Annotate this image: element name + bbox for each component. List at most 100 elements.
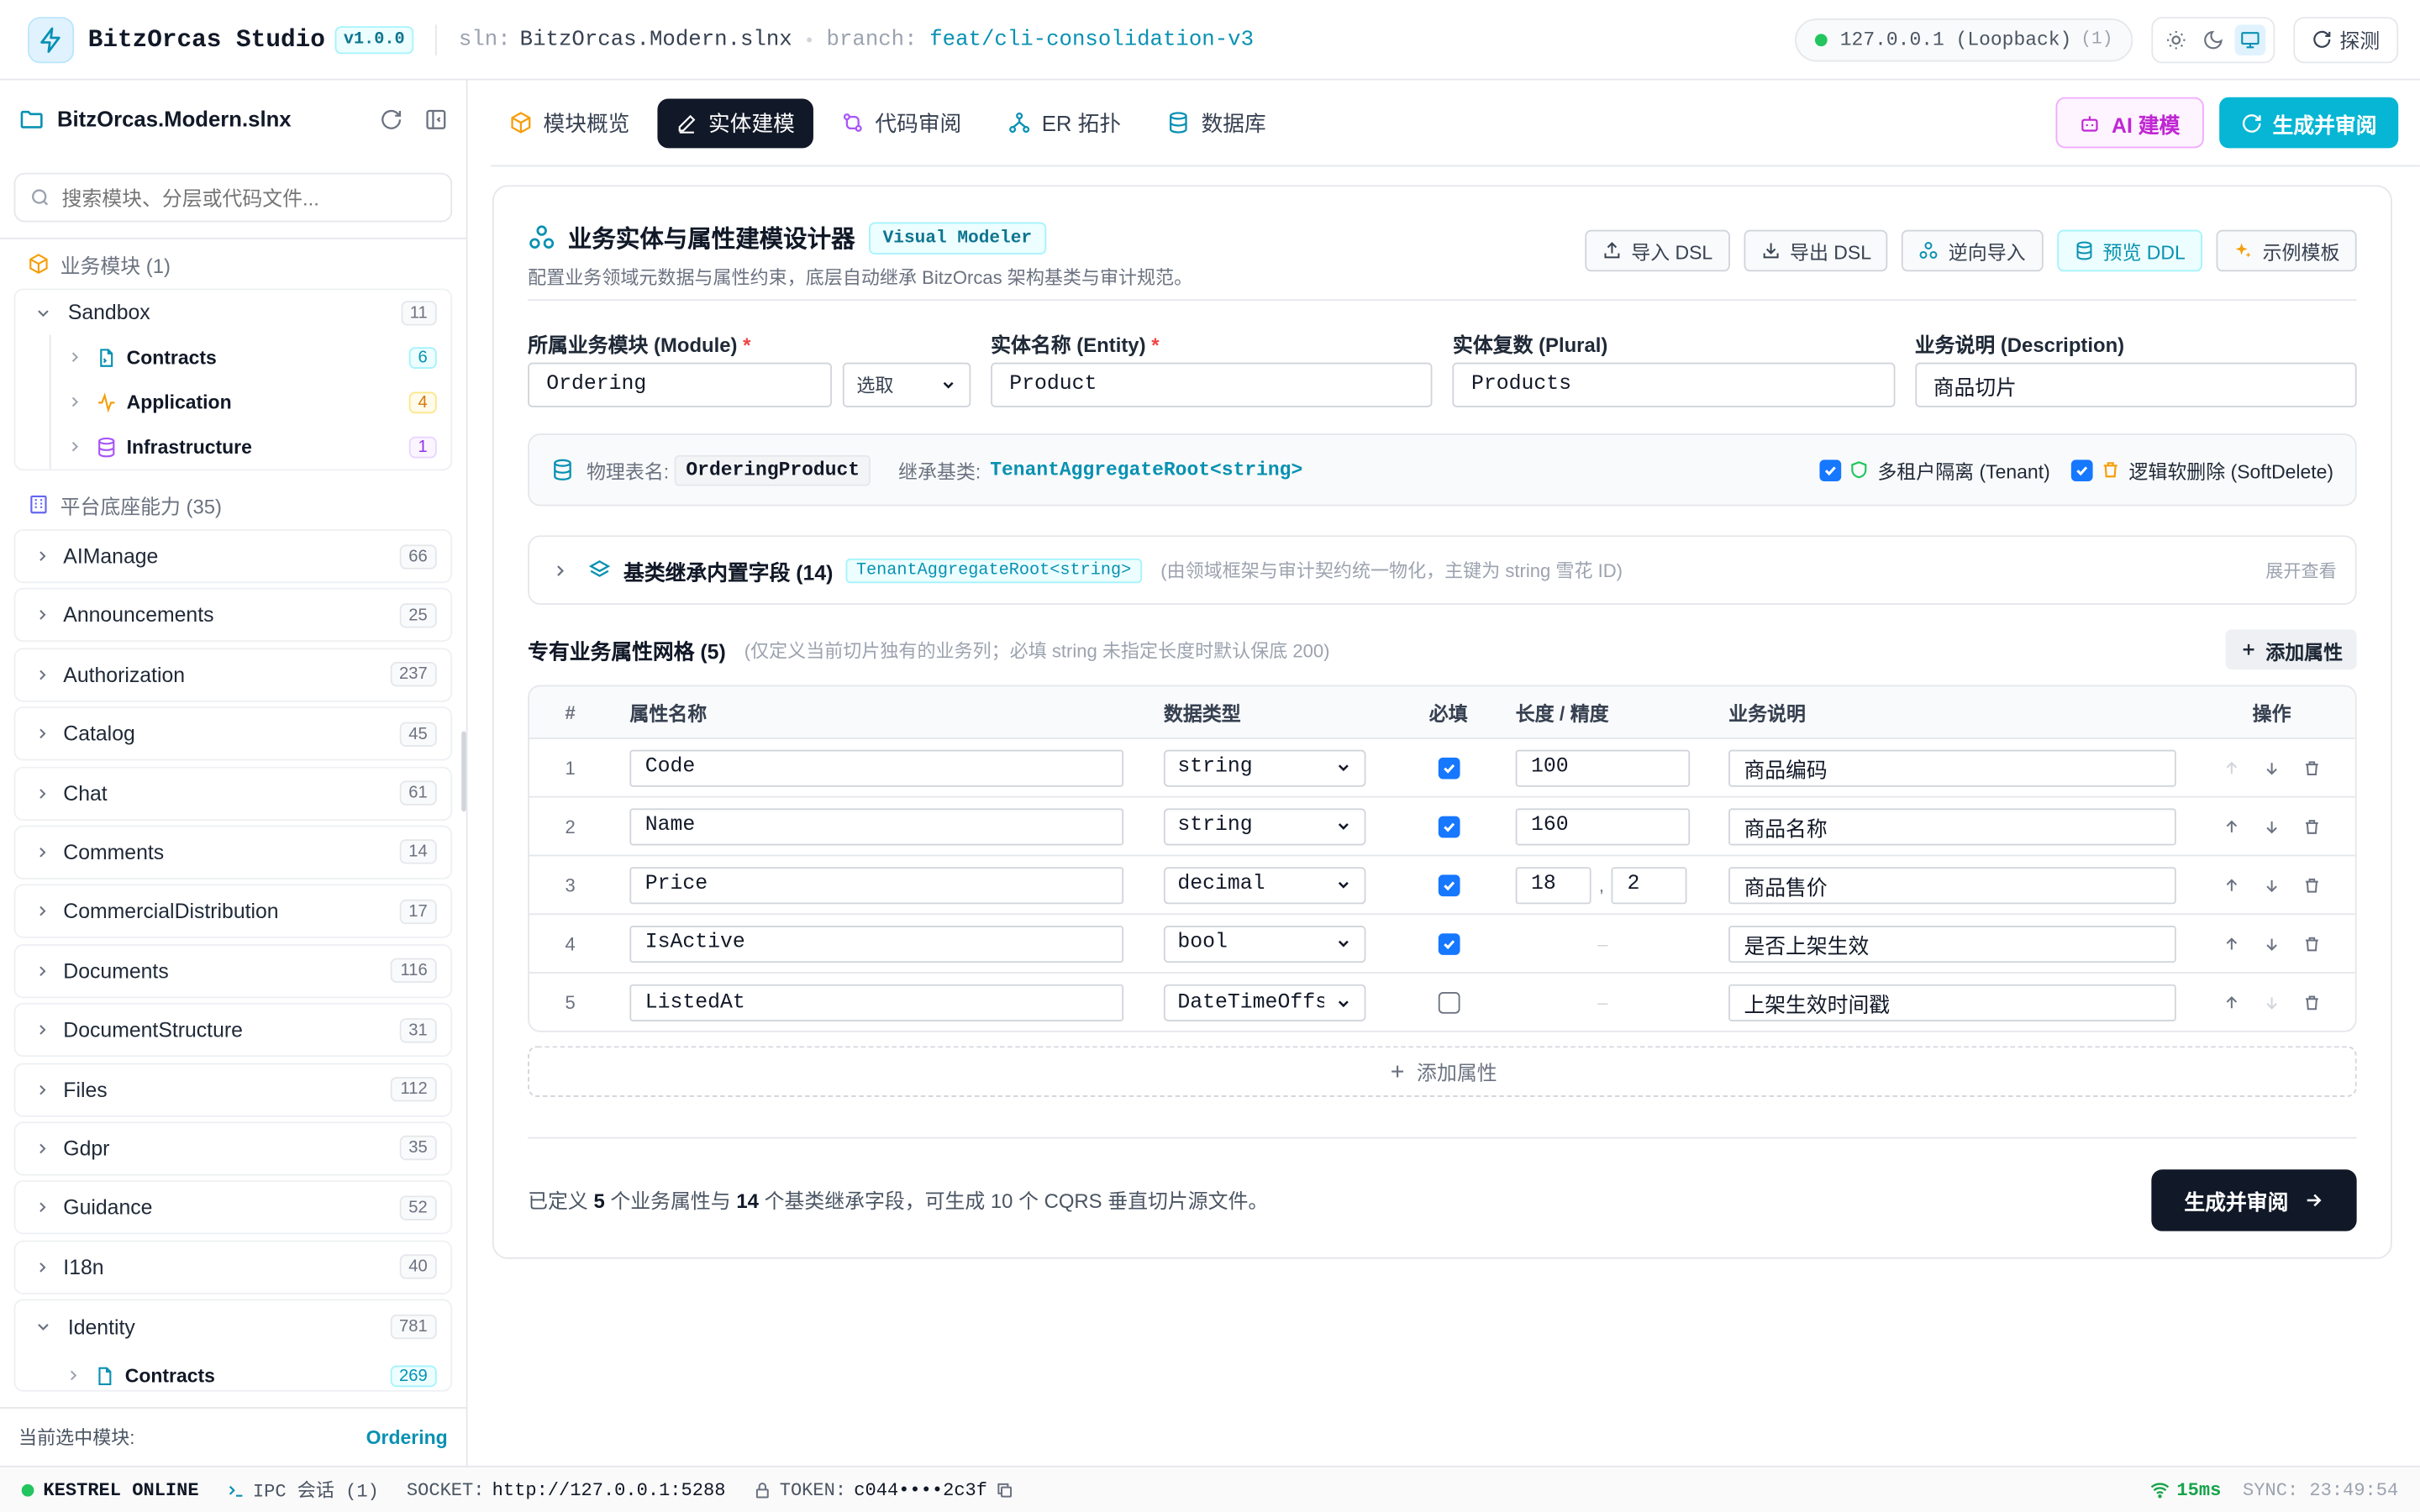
arrow-up-icon[interactable] [2223, 759, 2241, 777]
sample-template-button[interactable]: 示例模板 [2216, 229, 2357, 272]
sidebar-item-module[interactable]: CommercialDistribution 17 [13, 885, 453, 939]
data-type-select[interactable]: DateTimeOffset [1163, 984, 1366, 1021]
arrow-down-icon[interactable] [2263, 875, 2281, 894]
softdelete-toggle[interactable]: 逻辑软删除 (SoftDelete) [2071, 455, 2333, 485]
sidebar-item-sandbox[interactable]: Sandbox 11 [15, 290, 450, 334]
generate-and-review-button[interactable]: 生成并审阅 [2151, 1168, 2357, 1231]
count-badge: 11 [400, 300, 437, 325]
arrow-down-icon[interactable] [2263, 759, 2281, 777]
arrow-up-icon[interactable] [2223, 817, 2241, 836]
reverse-import-button[interactable]: 逆向导入 [1902, 229, 2043, 272]
required-checkbox[interactable] [1437, 756, 1460, 779]
tab-er-topology[interactable]: ER 拓扑 [989, 98, 1139, 148]
sln-value[interactable]: BitzOrcas.Modern.slnx [520, 27, 792, 51]
add-attribute-button[interactable]: 添加属性 [2225, 629, 2357, 670]
refresh-icon[interactable] [380, 108, 403, 131]
precision-input[interactable]: 2 [1612, 866, 1688, 904]
sidebar-item-application[interactable]: Application 4 [51, 380, 451, 424]
required-checkbox[interactable] [1437, 874, 1460, 896]
export-dsl-button[interactable]: 导出 DSL [1743, 229, 1889, 272]
sidebar-item-module[interactable]: AIManage 66 [13, 528, 453, 584]
sidebar-item-module[interactable]: Guidance 52 [13, 1180, 453, 1235]
entity-name-input[interactable]: Product [991, 362, 1434, 407]
expand-link[interactable]: 展开查看 [2265, 558, 2336, 582]
trash-icon[interactable] [2302, 875, 2321, 894]
preview-ddl-button[interactable]: 预览 DDL [2056, 229, 2202, 272]
monitor-icon[interactable] [2234, 24, 2266, 55]
description-input[interactable]: 商品切片 [1914, 362, 2357, 407]
tab-database[interactable]: 数据库 [1149, 98, 1285, 148]
data-type-select[interactable]: string [1163, 748, 1366, 786]
import-dsl-button[interactable]: 导入 DSL [1585, 229, 1730, 272]
data-type-select[interactable]: string [1163, 807, 1366, 845]
trash-icon[interactable] [2302, 994, 2321, 1012]
attribute-description-input[interactable]: 商品售价 [1728, 866, 2176, 904]
length-input[interactable]: 100 [1515, 748, 1691, 786]
arrow-up-icon[interactable] [2223, 934, 2241, 953]
arrow-down-icon[interactable] [2263, 817, 2281, 836]
arrow-up-icon[interactable] [2223, 875, 2241, 894]
sidebar-item-module[interactable]: Documents 116 [13, 943, 453, 998]
moon-icon[interactable] [2197, 24, 2228, 55]
sidebar-item-contracts[interactable]: Contracts 6 [51, 335, 451, 380]
attribute-name-input[interactable]: ListedAt [629, 984, 1124, 1021]
arrow-down-icon[interactable] [2263, 994, 2281, 1012]
length-input[interactable]: 18 [1515, 866, 1591, 904]
sidebar-item-infrastructure[interactable]: Infrastructure 1 [51, 424, 451, 469]
sun-icon[interactable] [2160, 24, 2191, 55]
required-checkbox[interactable] [1437, 815, 1460, 837]
attribute-description-input[interactable]: 商品名称 [1728, 807, 2176, 845]
trash-icon[interactable] [2302, 759, 2321, 777]
required-checkbox[interactable] [1437, 991, 1460, 1014]
tab-entity-modeling[interactable]: 实体建模 [657, 97, 813, 148]
generate-review-button[interactable]: 生成并审阅 [2218, 97, 2399, 149]
arrow-up-icon[interactable] [2223, 994, 2241, 1012]
inherited-fields-panel[interactable]: 基类继承内置字段 (14) TenantAggregateRoot<string… [528, 535, 2357, 605]
sidebar-item-module[interactable]: Catalog 45 [13, 706, 453, 761]
copy-icon[interactable] [995, 1480, 1013, 1499]
sidebar-item-module[interactable]: Files 112 [13, 1062, 453, 1116]
trash-icon[interactable] [2302, 934, 2321, 953]
sidebar-item-identity-contracts[interactable]: Contracts 269 [15, 1353, 450, 1390]
search-input[interactable] [61, 186, 433, 209]
sidebar-item-module[interactable]: Announcements 25 [13, 588, 453, 643]
length-input[interactable]: 160 [1515, 807, 1691, 845]
attribute-description-input[interactable]: 商品编码 [1728, 748, 2176, 786]
host-selector[interactable]: 127.0.0.1 (Loopback) (1) [1795, 18, 2133, 61]
attribute-name-input[interactable]: Code [629, 748, 1124, 786]
attribute-description-input[interactable]: 是否上架生效 [1728, 925, 2176, 963]
sidebar-item-module[interactable]: Authorization 237 [13, 648, 453, 702]
ai-modeling-button[interactable]: AI 建模 [2055, 97, 2203, 149]
sidebar-search[interactable] [13, 172, 453, 223]
length-empty: – [1597, 991, 1608, 1014]
tab-overview[interactable]: 模块概览 [491, 98, 648, 148]
module-input[interactable]: Ordering [528, 362, 832, 407]
sidebar-item-module[interactable]: Comments 14 [13, 825, 453, 879]
add-attribute-dashed-button[interactable]: 添加属性 [528, 1046, 2357, 1097]
attribute-name-input[interactable]: Price [629, 866, 1124, 904]
probe-button[interactable]: 探测 [2293, 16, 2399, 63]
sidebar-item-module[interactable]: I18n 40 [13, 1240, 453, 1294]
data-type-select[interactable]: decimal [1163, 866, 1366, 904]
sidebar-item-identity[interactable]: Identity 781 [15, 1300, 450, 1352]
arrow-down-icon[interactable] [2263, 934, 2281, 953]
tenant-checkbox[interactable] [1820, 459, 1843, 481]
attribute-description-input[interactable]: 上架生效时间戳 [1728, 984, 2176, 1021]
tenant-toggle[interactable]: 多租户隔离 (Tenant) [1820, 455, 2050, 485]
data-type-select[interactable]: bool [1163, 925, 1366, 963]
attribute-name-input[interactable]: IsActive [629, 925, 1124, 963]
plural-input[interactable]: Products [1452, 362, 1895, 407]
collapse-panel-icon[interactable] [424, 108, 448, 131]
ipc-session[interactable]: IPC 会话 (1) [227, 1477, 379, 1503]
tab-code-review[interactable]: 代码审阅 [823, 98, 980, 148]
branch-value[interactable]: feat/cli-consolidation-v3 [929, 27, 1254, 51]
trash-icon[interactable] [2302, 817, 2321, 836]
sidebar-item-module[interactable]: Chat 61 [13, 766, 453, 821]
softdelete-checkbox[interactable] [2071, 459, 2094, 481]
attribute-name-input[interactable]: Name [629, 807, 1124, 845]
required-checkbox[interactable] [1437, 932, 1460, 954]
module-select[interactable]: 选取 [842, 362, 971, 407]
sidebar-item-module[interactable]: DocumentStructure 31 [13, 1003, 453, 1058]
sidebar-item-module[interactable]: Gdpr 35 [13, 1121, 453, 1176]
sidebar-scrollbar[interactable] [461, 731, 466, 812]
